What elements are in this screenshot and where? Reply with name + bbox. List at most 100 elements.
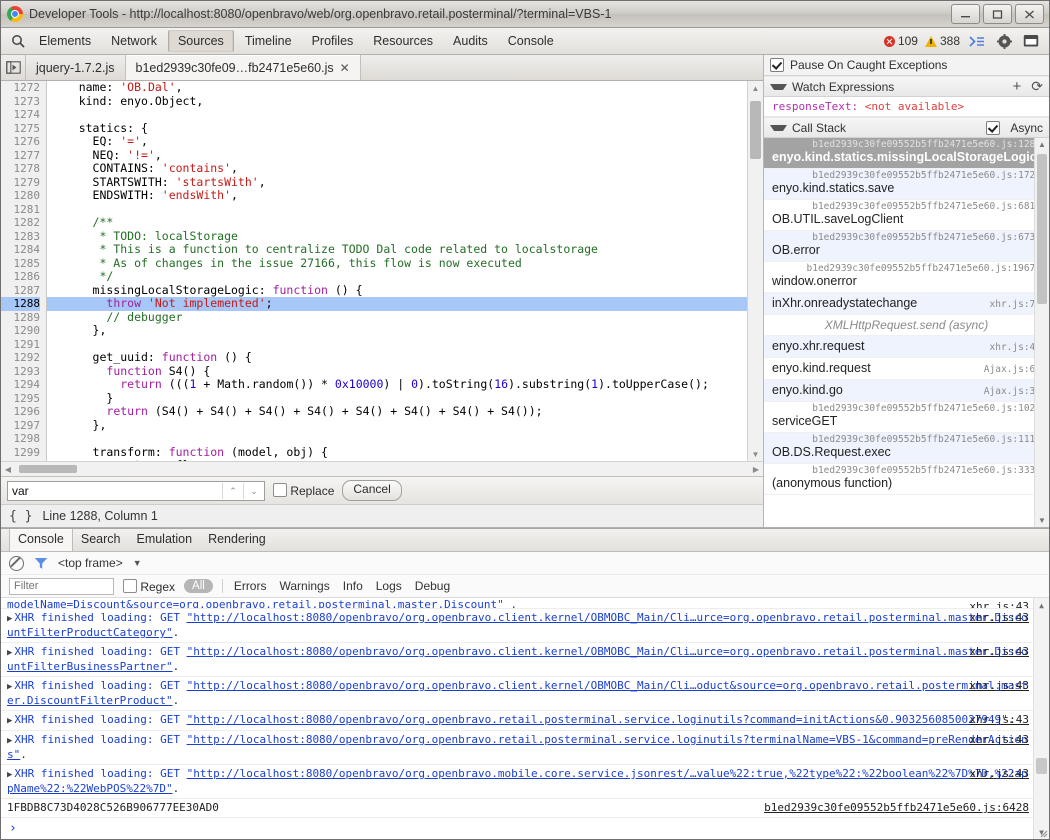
code-line[interactable] — [47, 108, 763, 122]
tab-profiles[interactable]: Profiles — [303, 30, 363, 52]
close-button[interactable] — [1015, 4, 1044, 24]
code-line[interactable]: get_uuid: function () { — [47, 351, 763, 365]
tab-resources[interactable]: Resources — [364, 30, 442, 52]
expand-arrow-icon[interactable]: ▶ — [7, 736, 12, 746]
code-line[interactable]: * As of changes in the issue 27166, this… — [47, 257, 763, 271]
add-watch-expression-icon[interactable]: + — [1013, 78, 1022, 95]
level-filter-all[interactable]: All — [184, 579, 213, 593]
call-stack-frame-location[interactable]: xhr.js:43 — [984, 342, 1041, 353]
call-stack-frame[interactable]: b1ed2939c30fe09552b5ffb2471e5e60.js:1967… — [764, 262, 1049, 293]
expand-arrow-icon[interactable]: ▶ — [7, 770, 12, 780]
console-message-source-link[interactable]: xhr.js:43 — [969, 611, 1029, 625]
level-filter-info[interactable]: Info — [341, 579, 365, 593]
clear-console-icon[interactable] — [9, 556, 24, 571]
line-number[interactable]: 1272 — [1, 81, 40, 95]
drawer-tab-rendering[interactable]: Rendering — [200, 529, 274, 551]
cancel-search-button[interactable]: Cancel — [342, 480, 401, 501]
code-line[interactable]: NEQ: '!=', — [47, 149, 763, 163]
console-message-source-link[interactable]: xhr.js:43 — [969, 600, 1029, 609]
code-line[interactable]: }, — [47, 324, 763, 338]
expand-arrow-icon[interactable]: ▶ — [7, 648, 12, 658]
console-message-source-link[interactable]: xhr.js:43 — [969, 767, 1029, 781]
tab-network[interactable]: Network — [102, 30, 166, 52]
code-editor[interactable]: 1272127312741275127612771278127912801281… — [1, 81, 763, 461]
console-message-list[interactable]: modelName=Discount&source=org.openbravo.… — [1, 598, 1049, 839]
code-line[interactable]: kind: enyo.Object, — [47, 95, 763, 109]
code-line[interactable]: statics: { — [47, 122, 763, 136]
search-input[interactable] — [8, 484, 222, 498]
call-stack-frame-location[interactable]: b1ed2939c30fe09552b5ffb2471e5e60.js:1024 — [772, 403, 1041, 414]
line-number[interactable]: 1292 — [1, 351, 40, 365]
console-message[interactable]: 1FBDB8C73D4028C526B906777EE30AD0b1ed2939… — [1, 799, 1049, 818]
call-stack-frame[interactable]: enyo.kind.goAjax.js:35 — [764, 380, 1049, 402]
search-field[interactable]: ⌃ ⌄ — [7, 481, 265, 501]
level-filter-errors[interactable]: Errors — [232, 579, 269, 593]
line-number[interactable]: 1281 — [1, 203, 40, 217]
console-message-source-link[interactable]: b1ed2939c30fe09552b5ffb2471e5e60.js:6428 — [764, 801, 1029, 815]
pretty-print-icon[interactable]: { } — [9, 509, 32, 524]
call-stack-frame[interactable]: b1ed2939c30fe09552b5ffb2471e5e60.js:3337… — [764, 464, 1049, 495]
chevron-down-icon[interactable]: ▼ — [133, 558, 142, 568]
scroll-up-icon[interactable]: ▲ — [748, 81, 763, 95]
line-number[interactable]: 1274 — [1, 108, 40, 122]
scrollbar-thumb[interactable] — [1036, 758, 1047, 774]
line-number[interactable]: 1279 — [1, 176, 40, 190]
execution-context-label[interactable]: <top frame> — [58, 556, 123, 570]
scrollbar-thumb[interactable] — [19, 465, 77, 473]
line-number[interactable]: 1287 — [1, 284, 40, 298]
editor-horizontal-scrollbar[interactable]: ◀ ▶ — [1, 461, 763, 476]
code-line[interactable]: function S4() { — [47, 365, 763, 379]
call-stack-frame[interactable]: b1ed2939c30fe09552b5ffb2471e5e60.js:6735… — [764, 231, 1049, 262]
code-line[interactable]: * TODO: localStorage — [47, 230, 763, 244]
tab-timeline[interactable]: Timeline — [236, 30, 301, 52]
code-line[interactable]: }, — [47, 419, 763, 433]
code-line[interactable]: throw 'Not implemented'; — [47, 297, 763, 311]
call-stack-frame-location[interactable]: b1ed2939c30fe09552b5ffb2471e5e60.js:1967… — [772, 263, 1041, 274]
line-number[interactable]: 1283 — [1, 230, 40, 244]
pause-on-caught-checkbox[interactable] — [770, 58, 784, 72]
editor-vertical-scrollbar[interactable]: ▲ ▼ — [747, 81, 763, 461]
call-stack-frame-location[interactable]: b1ed2939c30fe09552b5ffb2471e5e60.js:1288 — [772, 139, 1041, 150]
call-stack-frame[interactable]: enyo.xhr.requestxhr.js:43 — [764, 336, 1049, 358]
close-icon[interactable]: ✕ — [340, 61, 350, 75]
resize-grip-icon[interactable] — [1038, 828, 1048, 838]
line-number[interactable]: 1293 — [1, 365, 40, 379]
console-message-url[interactable]: modelName=Discount&source=org.openbravo.… — [7, 598, 517, 609]
call-stack-frame[interactable]: enyo.kind.requestAjax.js:65 — [764, 358, 1049, 380]
scroll-right-icon[interactable]: ▶ — [749, 465, 763, 474]
pause-on-caught-exceptions-row[interactable]: Pause On Caught Exceptions — [764, 55, 1049, 76]
call-stack-frame[interactable]: inXhr.onreadystatechangexhr.js:71 — [764, 293, 1049, 315]
line-number[interactable]: 1282 — [1, 216, 40, 230]
code-line[interactable]: CONTAINS: 'contains', — [47, 162, 763, 176]
call-stack-frame-location[interactable]: b1ed2939c30fe09552b5ffb2471e5e60.js:6813 — [772, 201, 1041, 212]
line-number[interactable]: 1296 — [1, 405, 40, 419]
search-prev-button[interactable]: ⌃ — [222, 483, 243, 499]
call-stack-frame[interactable]: b1ed2939c30fe09552b5ffb2471e5e60.js:6813… — [764, 200, 1049, 231]
console-message[interactable]: ▶XHR finished loading: GET "http://local… — [1, 643, 1049, 677]
console-message-source-link[interactable]: xhr.js:43 — [969, 679, 1029, 693]
call-stack-frame-location[interactable]: Ajax.js:35 — [978, 386, 1041, 397]
line-number[interactable]: 1295 — [1, 392, 40, 406]
tab-sources[interactable]: Sources — [168, 30, 234, 52]
async-checkbox[interactable] — [986, 121, 1000, 135]
code-line[interactable]: return (((1 + Math.random()) * 0x10000) … — [47, 378, 763, 392]
line-number[interactable]: 1298 — [1, 432, 40, 446]
code-line[interactable]: } — [47, 392, 763, 406]
console-message[interactable]: ▶XHR finished loading: GET "http://local… — [1, 677, 1049, 711]
call-stack-list[interactable]: b1ed2939c30fe09552b5ffb2471e5e60.js:1288… — [764, 138, 1049, 527]
line-number[interactable]: 1275 — [1, 122, 40, 136]
watch-expression-row[interactable]: responseText: <not available> — [764, 97, 1049, 117]
call-stack-frame[interactable]: b1ed2939c30fe09552b5ffb2471e5e60.js:1288… — [764, 138, 1049, 169]
console-filter-input[interactable] — [9, 578, 114, 595]
code-line[interactable] — [47, 338, 763, 352]
drawer-tab-search[interactable]: Search — [73, 529, 129, 551]
line-number[interactable]: 1273 — [1, 95, 40, 109]
replace-toggle[interactable]: Replace — [273, 483, 334, 498]
watch-expressions-header[interactable]: Watch Expressions + ⟳ — [764, 76, 1049, 97]
call-stack-frame-location[interactable]: b1ed2939c30fe09552b5ffb2471e5e60.js:1118 — [772, 434, 1041, 445]
line-number[interactable]: 1276 — [1, 135, 40, 149]
line-number[interactable]: 1291 — [1, 338, 40, 352]
call-stack-frame[interactable]: b1ed2939c30fe09552b5ffb2471e5e60.js:1024… — [764, 402, 1049, 433]
line-number[interactable]: 1285 — [1, 257, 40, 271]
gear-icon[interactable] — [994, 32, 1014, 50]
